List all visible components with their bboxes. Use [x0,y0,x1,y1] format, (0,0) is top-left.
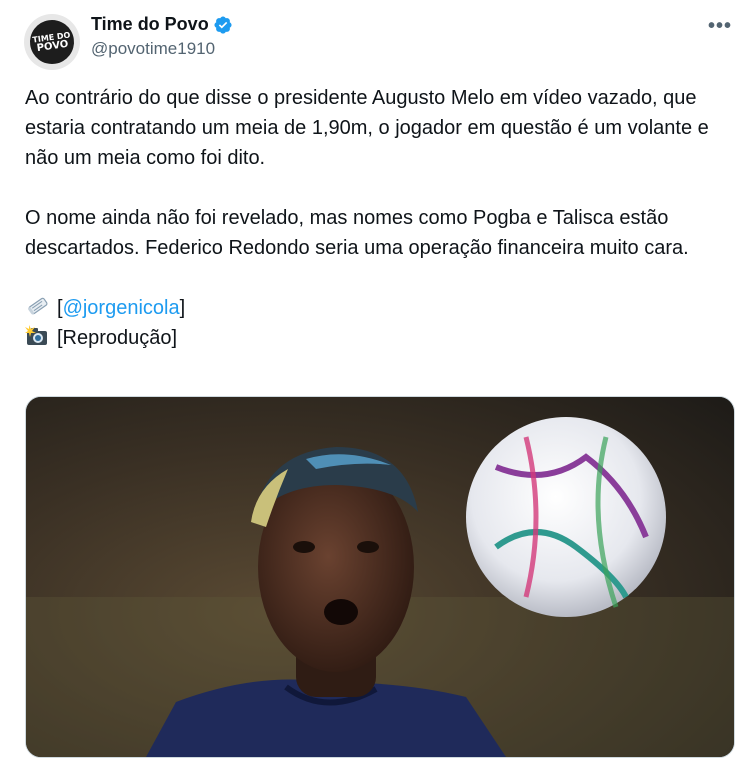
tweet-paragraph-2: O nome ainda não foi revelado, mas nomes… [25,207,689,259]
tweet-paragraph-1: Ao contrário do que disse o presidente A… [25,87,709,169]
avatar[interactable]: TIME DO POVO [24,14,80,70]
source-suffix: ] [179,297,186,319]
player-photo [26,397,734,757]
verified-badge-icon [214,15,232,34]
source-line: [@jorgenicola] [25,293,725,323]
newspaper-icon [28,297,48,315]
avatar-logo: TIME DO POVO [27,17,77,67]
tweet-text: Ao contrário do que disse o presidente A… [25,83,725,353]
tweet: TIME DO POVO Time do Povo @povotime1910 … [0,0,745,758]
tweet-photo[interactable] [25,396,735,758]
avatar-text-2: POVO [36,38,70,55]
author-name-row: Time do Povo [91,14,233,35]
mention-link[interactable]: @jorgenicola [63,297,180,319]
photo-credit-line: [Reprodução] [25,323,725,353]
author-handle[interactable]: @povotime1910 [91,39,215,59]
display-name[interactable]: Time do Povo [91,14,209,35]
camera-flash-icon [25,325,47,345]
photo-credit: [Reprodução] [57,327,178,349]
more-icon[interactable]: ••• [708,14,732,38]
